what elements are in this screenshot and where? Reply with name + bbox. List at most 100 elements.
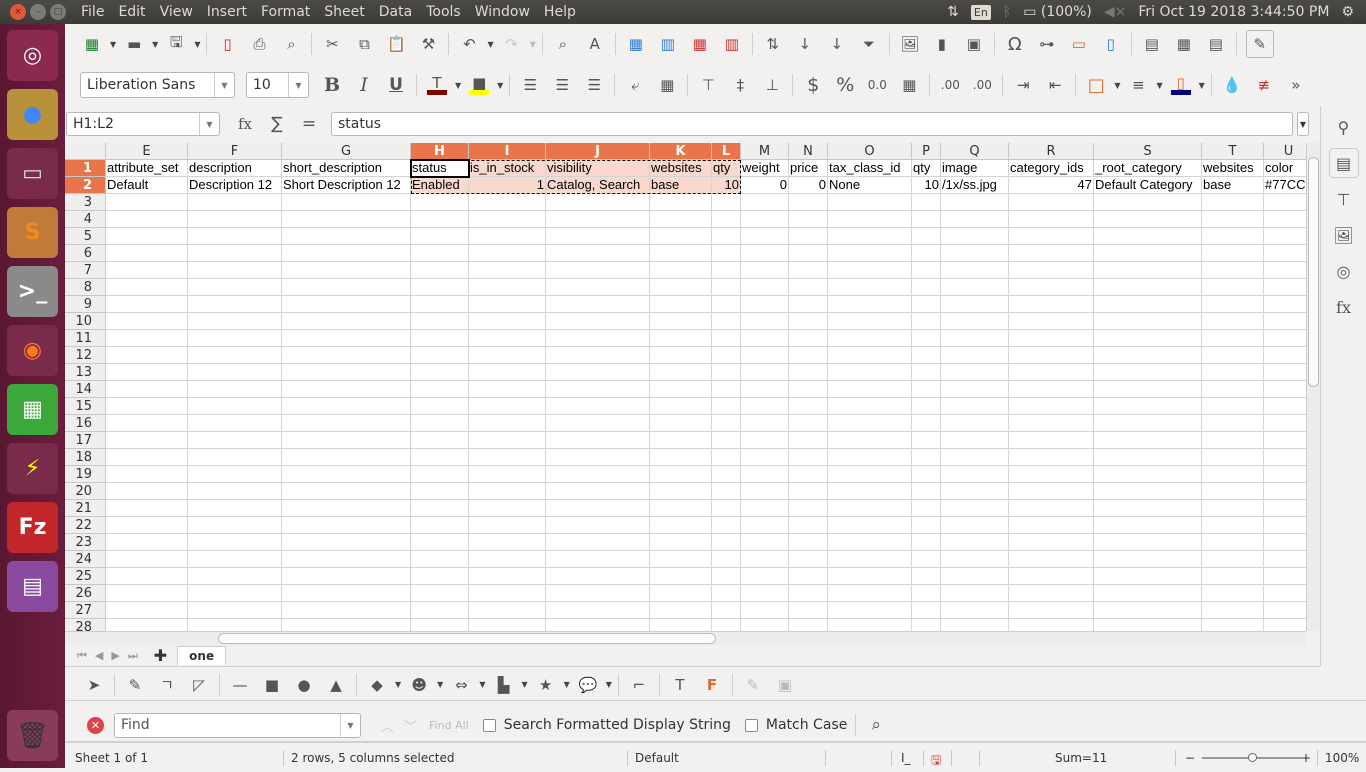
column-header-E[interactable]: E: [106, 143, 188, 160]
cell-L13[interactable]: [712, 364, 741, 381]
new-spreadsheet-icon[interactable]: ▦: [81, 33, 103, 55]
cell-J19[interactable]: [546, 466, 650, 483]
cell-J23[interactable]: [546, 534, 650, 551]
cell-N17[interactable]: [789, 432, 828, 449]
cell-S16[interactable]: [1094, 415, 1202, 432]
align-right-icon[interactable]: ☰: [583, 74, 605, 96]
cell-P17[interactable]: [912, 432, 941, 449]
ellipse-icon[interactable]: ●: [293, 674, 315, 696]
row-header-26[interactable]: 26: [65, 585, 106, 602]
vertical-scrollbar[interactable]: [1306, 143, 1320, 631]
cell-R17[interactable]: [1009, 432, 1094, 449]
cell-U8[interactable]: [1264, 279, 1306, 296]
cell-U6[interactable]: [1264, 245, 1306, 262]
cell-F20[interactable]: [188, 483, 282, 500]
cell-E15[interactable]: [106, 398, 188, 415]
cell-G20[interactable]: [282, 483, 411, 500]
column-header-K[interactable]: K: [650, 143, 712, 160]
cell-T11[interactable]: [1202, 330, 1264, 347]
cell-Q10[interactable]: [941, 313, 1009, 330]
cell-I8[interactable]: [469, 279, 546, 296]
cell-O3[interactable]: [828, 194, 912, 211]
cell-O28[interactable]: [828, 619, 912, 631]
cell-O20[interactable]: [828, 483, 912, 500]
cell-G4[interactable]: [282, 211, 411, 228]
basic-shapes-dropdown[interactable]: ▼: [395, 680, 401, 689]
cell-M25[interactable]: [741, 568, 789, 585]
callouts-icon[interactable]: 💬: [577, 674, 599, 696]
firefox-icon[interactable]: ◉: [7, 325, 58, 376]
cell-N5[interactable]: [789, 228, 828, 245]
row-header-3[interactable]: 3: [65, 194, 106, 211]
column-header-U[interactable]: U: [1264, 143, 1306, 160]
cell-O8[interactable]: [828, 279, 912, 296]
wrap-text-icon[interactable]: ⤶: [624, 74, 646, 96]
find-input[interactable]: Find ▼: [114, 712, 361, 738]
cell-S21[interactable]: [1094, 500, 1202, 517]
search-formatted-checkbox[interactable]: Search Formatted Display String: [482, 717, 731, 733]
column-header-P[interactable]: P: [912, 143, 941, 160]
menu-format[interactable]: Format: [254, 4, 317, 20]
row-header-13[interactable]: 13: [65, 364, 106, 381]
cell-L10[interactable]: [712, 313, 741, 330]
cell-F19[interactable]: [188, 466, 282, 483]
cell-L8[interactable]: [712, 279, 741, 296]
cell-G24[interactable]: [282, 551, 411, 568]
cell-G28[interactable]: [282, 619, 411, 631]
cell-Q18[interactable]: [941, 449, 1009, 466]
cell-K9[interactable]: [650, 296, 712, 313]
row-header-9[interactable]: 9: [65, 296, 106, 313]
row-header-12[interactable]: 12: [65, 347, 106, 364]
cell-J13[interactable]: [546, 364, 650, 381]
cell-R8[interactable]: [1009, 279, 1094, 296]
cell-J5[interactable]: [546, 228, 650, 245]
cell-F18[interactable]: [188, 449, 282, 466]
cell-H10[interactable]: [411, 313, 469, 330]
zoom-slider[interactable]: [1202, 753, 1302, 762]
cell-O10[interactable]: [828, 313, 912, 330]
cell-Q15[interactable]: [941, 398, 1009, 415]
column-header-S[interactable]: S: [1094, 143, 1202, 160]
cell-G26[interactable]: [282, 585, 411, 602]
cell-F26[interactable]: [188, 585, 282, 602]
highlight-color-icon[interactable]: ■: [468, 74, 490, 96]
cell-I2[interactable]: 1: [469, 177, 546, 194]
cell-O23[interactable]: [828, 534, 912, 551]
cell-I7[interactable]: [469, 262, 546, 279]
cell-U5[interactable]: [1264, 228, 1306, 245]
conditional-format-list-icon[interactable]: ≢: [1253, 74, 1275, 96]
cell-F10[interactable]: [188, 313, 282, 330]
cell-J4[interactable]: [546, 211, 650, 228]
cell-N3[interactable]: [789, 194, 828, 211]
cell-N4[interactable]: [789, 211, 828, 228]
zoom-in-icon[interactable]: +: [1301, 751, 1311, 765]
cell-J3[interactable]: [546, 194, 650, 211]
last-sheet-icon[interactable]: ⏭: [128, 649, 138, 663]
cell-P1[interactable]: qty: [912, 160, 941, 177]
cell-K18[interactable]: [650, 449, 712, 466]
basic-shapes-icon[interactable]: ◆: [366, 674, 388, 696]
delete-column-icon[interactable]: ▥: [721, 33, 743, 55]
cell-J15[interactable]: [546, 398, 650, 415]
cell-G9[interactable]: [282, 296, 411, 313]
cell-O11[interactable]: [828, 330, 912, 347]
cell-U10[interactable]: [1264, 313, 1306, 330]
spreadsheet-grid[interactable]: E F G H I J K L M N O P Q R S T U 1 attribute_set descripti…: [65, 143, 1306, 631]
find-replace-icon[interactable]: ⌕: [552, 33, 574, 55]
currency-format-icon[interactable]: $: [802, 74, 824, 96]
cell-E3[interactable]: [106, 194, 188, 211]
cell-H23[interactable]: [411, 534, 469, 551]
copy-icon[interactable]: ⧉: [353, 33, 375, 55]
cell-G19[interactable]: [282, 466, 411, 483]
remote-desktop-icon[interactable]: ⚡: [7, 443, 58, 494]
paste-icon[interactable]: 📋: [385, 33, 407, 55]
cell-R19[interactable]: [1009, 466, 1094, 483]
minimize-window-button[interactable]: –: [30, 4, 46, 20]
cell-P24[interactable]: [912, 551, 941, 568]
more-options-icon[interactable]: »: [1285, 74, 1307, 96]
insert-textbox-icon[interactable]: T: [669, 674, 691, 696]
cell-Q14[interactable]: [941, 381, 1009, 398]
cell-I12[interactable]: [469, 347, 546, 364]
cell-P21[interactable]: [912, 500, 941, 517]
cell-Q7[interactable]: [941, 262, 1009, 279]
